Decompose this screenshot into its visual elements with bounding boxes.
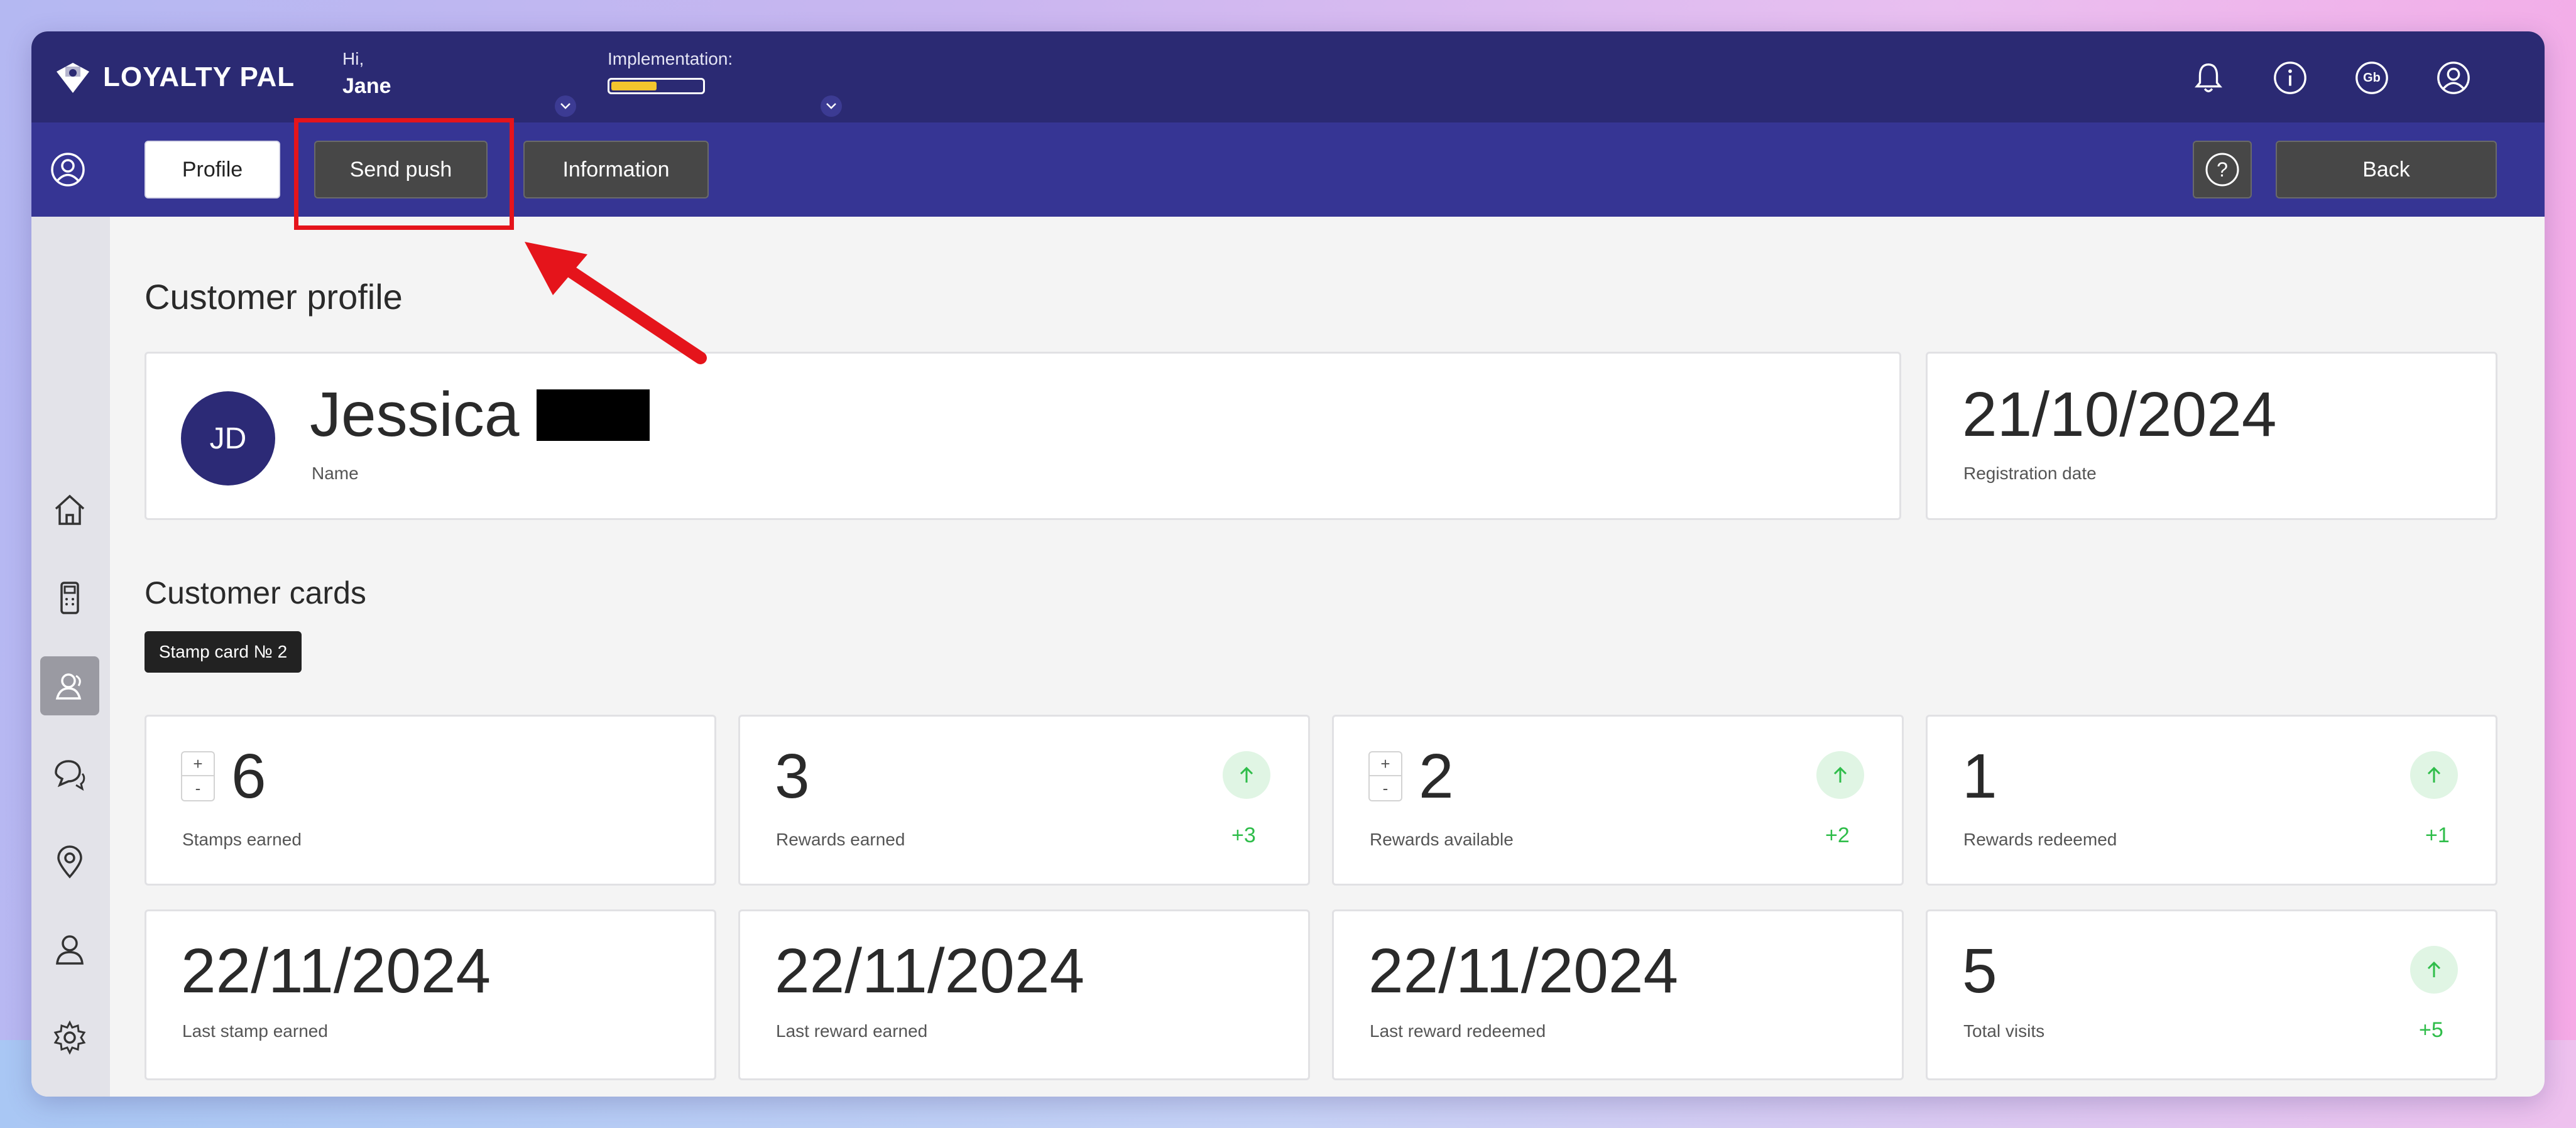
arrow-up-icon <box>1816 751 1864 799</box>
rewards-available-value: 2 <box>1419 741 1454 811</box>
user-name: Jane <box>342 74 391 98</box>
customer-cards-title: Customer cards <box>145 575 366 610</box>
implementation-progress-fill <box>611 82 657 90</box>
account-icon[interactable] <box>2435 59 2472 97</box>
user-icon <box>56 935 84 965</box>
rewards-earned-delta: +3 <box>1231 823 1256 847</box>
sidebar-item-locations[interactable] <box>40 832 99 891</box>
last-reward-label: Last reward earned <box>776 1021 928 1041</box>
home-icon <box>55 494 85 525</box>
sidebar-item-settings[interactable] <box>40 1008 99 1067</box>
last-redeemed-label: Last reward redeemed <box>1370 1021 1546 1041</box>
stamps-earned-label: Stamps earned <box>182 830 302 849</box>
redacted-surname <box>537 389 650 441</box>
app-window: LOYALTY PAL Hi, Jane Implementation: Gb <box>31 31 2545 1097</box>
customer-first-name: Jessica <box>310 379 520 450</box>
customers-icon <box>55 673 82 700</box>
last-redeemed-value: 22/11/2024 <box>1368 936 1679 1006</box>
stamp-card-chip[interactable]: Stamp card № 2 <box>145 631 302 673</box>
svg-text:?: ? <box>2217 158 2228 181</box>
rewards-available-card: + - 2 Rewards available +2 <box>1332 715 1904 886</box>
last-redeemed-card: 22/11/2024 Last reward redeemed <box>1332 909 1904 1080</box>
registration-card: 21/10/2024 Registration date <box>1926 352 2497 520</box>
rewards-available-delta: +2 <box>1825 823 1850 847</box>
last-stamp-label: Last stamp earned <box>182 1021 328 1041</box>
arrow-up-icon <box>1223 751 1270 799</box>
logo[interactable]: LOYALTY PAL <box>50 55 295 99</box>
rewards-redeemed-card: 1 Rewards redeemed +1 <box>1926 715 2497 886</box>
last-stamp-card: 22/11/2024 Last stamp earned <box>145 909 716 1080</box>
rewards-earned-value: 3 <box>775 741 810 811</box>
back-button[interactable]: Back <box>2276 141 2497 198</box>
highlight-box <box>294 118 514 230</box>
sidebar-item-terminal[interactable] <box>40 568 99 627</box>
rewards-redeemed-label: Rewards redeemed <box>1963 830 2117 849</box>
logo-text: LOYALTY PAL <box>103 62 295 92</box>
profile-name-card: JD Jessica Name <box>145 352 1901 520</box>
implementation-chevron-down-icon[interactable] <box>821 95 842 117</box>
language-icon[interactable]: Gb <box>2353 59 2391 97</box>
rewards-earned-label: Rewards earned <box>776 830 905 849</box>
customer-name: Jessica <box>310 379 650 451</box>
help-button[interactable]: ? <box>2193 141 2252 198</box>
stepper-plus-button[interactable]: + <box>182 752 214 776</box>
location-pin-icon <box>57 845 82 879</box>
top-header: LOYALTY PAL Hi, Jane Implementation: Gb <box>31 31 2545 122</box>
info-icon[interactable] <box>2271 59 2309 97</box>
registration-date: 21/10/2024 <box>1962 379 2277 450</box>
total-visits-label: Total visits <box>1963 1021 2045 1041</box>
customer-profile-title: Customer profile <box>145 277 403 317</box>
rewards-available-label: Rewards available <box>1370 830 1514 849</box>
rewards-earned-card: 3 Rewards earned +3 <box>738 715 1310 886</box>
rewards-redeemed-delta: +1 <box>2425 823 2450 847</box>
implementation-progress-bar <box>608 78 705 94</box>
implementation-label: Implementation: <box>608 49 733 68</box>
implementation-status[interactable]: Implementation: <box>608 49 733 94</box>
help-icon: ? <box>2205 153 2239 187</box>
stamps-stepper[interactable]: + - <box>181 751 215 801</box>
user-greeting[interactable]: Hi, Jane <box>342 49 391 99</box>
profile-button[interactable]: Profile <box>145 141 280 198</box>
stamps-earned-card: + - 6 Stamps earned <box>145 715 716 886</box>
rewards-available-stepper[interactable]: + - <box>1368 751 1402 801</box>
last-reward-value: 22/11/2024 <box>775 936 1085 1006</box>
chat-icon <box>55 760 85 791</box>
last-reward-card: 22/11/2024 Last reward earned <box>738 909 1310 1080</box>
total-visits-value: 5 <box>1962 936 1997 1006</box>
stepper-plus-button[interactable]: + <box>1370 752 1401 776</box>
avatar: JD <box>181 391 275 485</box>
sidebar-item-messages[interactable] <box>40 744 99 803</box>
sidebar-item-home[interactable] <box>40 480 99 540</box>
gear-icon <box>53 1020 86 1055</box>
bell-icon[interactable] <box>2190 59 2227 97</box>
stepper-minus-button[interactable]: - <box>1370 776 1401 800</box>
sidebar-item-users[interactable] <box>40 920 99 979</box>
registration-label: Registration date <box>1963 464 2097 483</box>
user-chevron-down-icon[interactable] <box>555 95 576 117</box>
logo-icon <box>57 63 89 93</box>
stepper-minus-button[interactable]: - <box>182 776 214 800</box>
total-visits-delta: +5 <box>2419 1018 2443 1042</box>
information-button[interactable]: Information <box>523 141 709 198</box>
annotation-arrow-icon <box>525 242 707 364</box>
rewards-redeemed-value: 1 <box>1962 741 1997 811</box>
sidebar-item-customers[interactable] <box>40 656 99 715</box>
last-stamp-value: 22/11/2024 <box>181 936 491 1006</box>
name-label: Name <box>312 464 359 483</box>
arrow-up-icon <box>2410 946 2458 994</box>
arrow-up-icon <box>2410 751 2458 799</box>
user-circle-icon[interactable] <box>49 151 87 188</box>
total-visits-card: 5 Total visits +5 <box>1926 909 2497 1080</box>
pos-terminal-icon <box>60 582 79 614</box>
stamps-earned-value: 6 <box>231 741 266 811</box>
greeting-text: Hi, <box>342 49 364 68</box>
sidebar <box>31 217 110 1097</box>
